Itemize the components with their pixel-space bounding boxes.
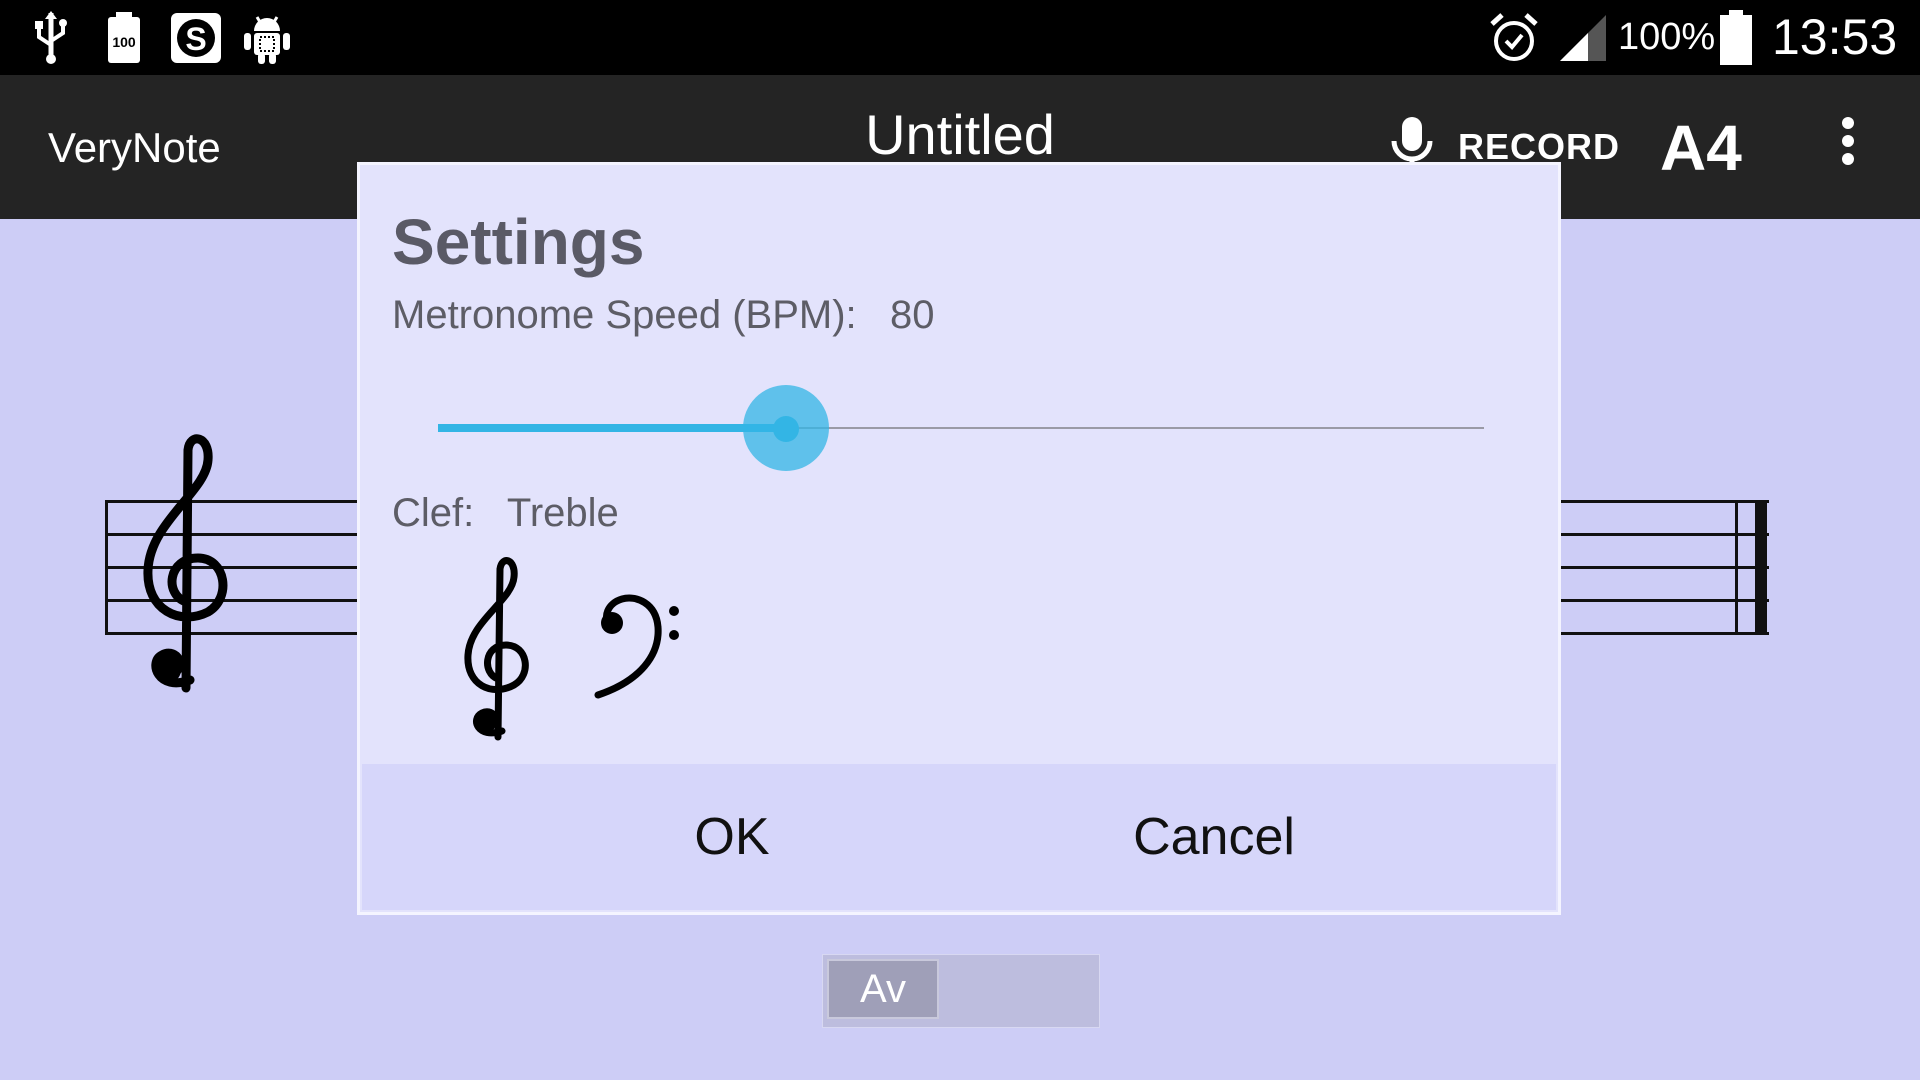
battery-saver-icon: 100 xyxy=(106,10,142,66)
slider-fill xyxy=(438,424,787,432)
android-debug-icon xyxy=(242,10,292,66)
metronome-value: 80 xyxy=(889,293,935,337)
treble-clef-option[interactable] xyxy=(422,555,572,755)
metronome-slider[interactable] xyxy=(438,385,1484,471)
clef-value: Treble xyxy=(506,491,619,535)
clock: 13:53 xyxy=(1772,9,1898,65)
s-app-icon: S xyxy=(170,10,222,66)
status-bar: 100 S 100% 13:53 xyxy=(0,0,1920,75)
bottom-toolbar: Av xyxy=(822,954,1100,1028)
staff-right xyxy=(1561,500,1769,636)
svg-text:S: S xyxy=(185,21,206,57)
clef-label: Clef: xyxy=(392,491,475,535)
battery-icon xyxy=(1718,10,1754,66)
bass-clef-icon xyxy=(594,594,679,699)
overflow-menu-icon[interactable] xyxy=(1830,117,1866,177)
pitch-button[interactable]: A4 xyxy=(1660,103,1742,193)
battery-saver-label: 100 xyxy=(112,34,136,50)
clef-row: Clef: Treble xyxy=(392,491,619,536)
av-button[interactable]: Av xyxy=(827,959,939,1019)
app-name: VeryNote xyxy=(48,124,221,171)
bass-clef-option[interactable] xyxy=(560,555,710,755)
dialog-title: Settings xyxy=(392,206,645,278)
settings-dialog: Settings Metronome Speed (BPM): 80 Clef:… xyxy=(357,162,1561,915)
dialog-button-bar: OK Cancel xyxy=(362,764,1556,910)
signal-icon xyxy=(1558,10,1608,66)
battery-percent: 100% xyxy=(1618,16,1716,58)
cancel-button[interactable]: Cancel xyxy=(1084,764,1344,910)
alarm-icon xyxy=(1488,10,1540,66)
treble-clef-icon xyxy=(128,430,238,704)
usb-icon xyxy=(30,10,72,66)
treble-clef-icon xyxy=(464,557,529,741)
metronome-speed-row: Metronome Speed (BPM): 80 xyxy=(392,293,934,338)
metronome-label: Metronome Speed (BPM): xyxy=(392,293,857,337)
ok-button[interactable]: OK xyxy=(622,764,842,910)
